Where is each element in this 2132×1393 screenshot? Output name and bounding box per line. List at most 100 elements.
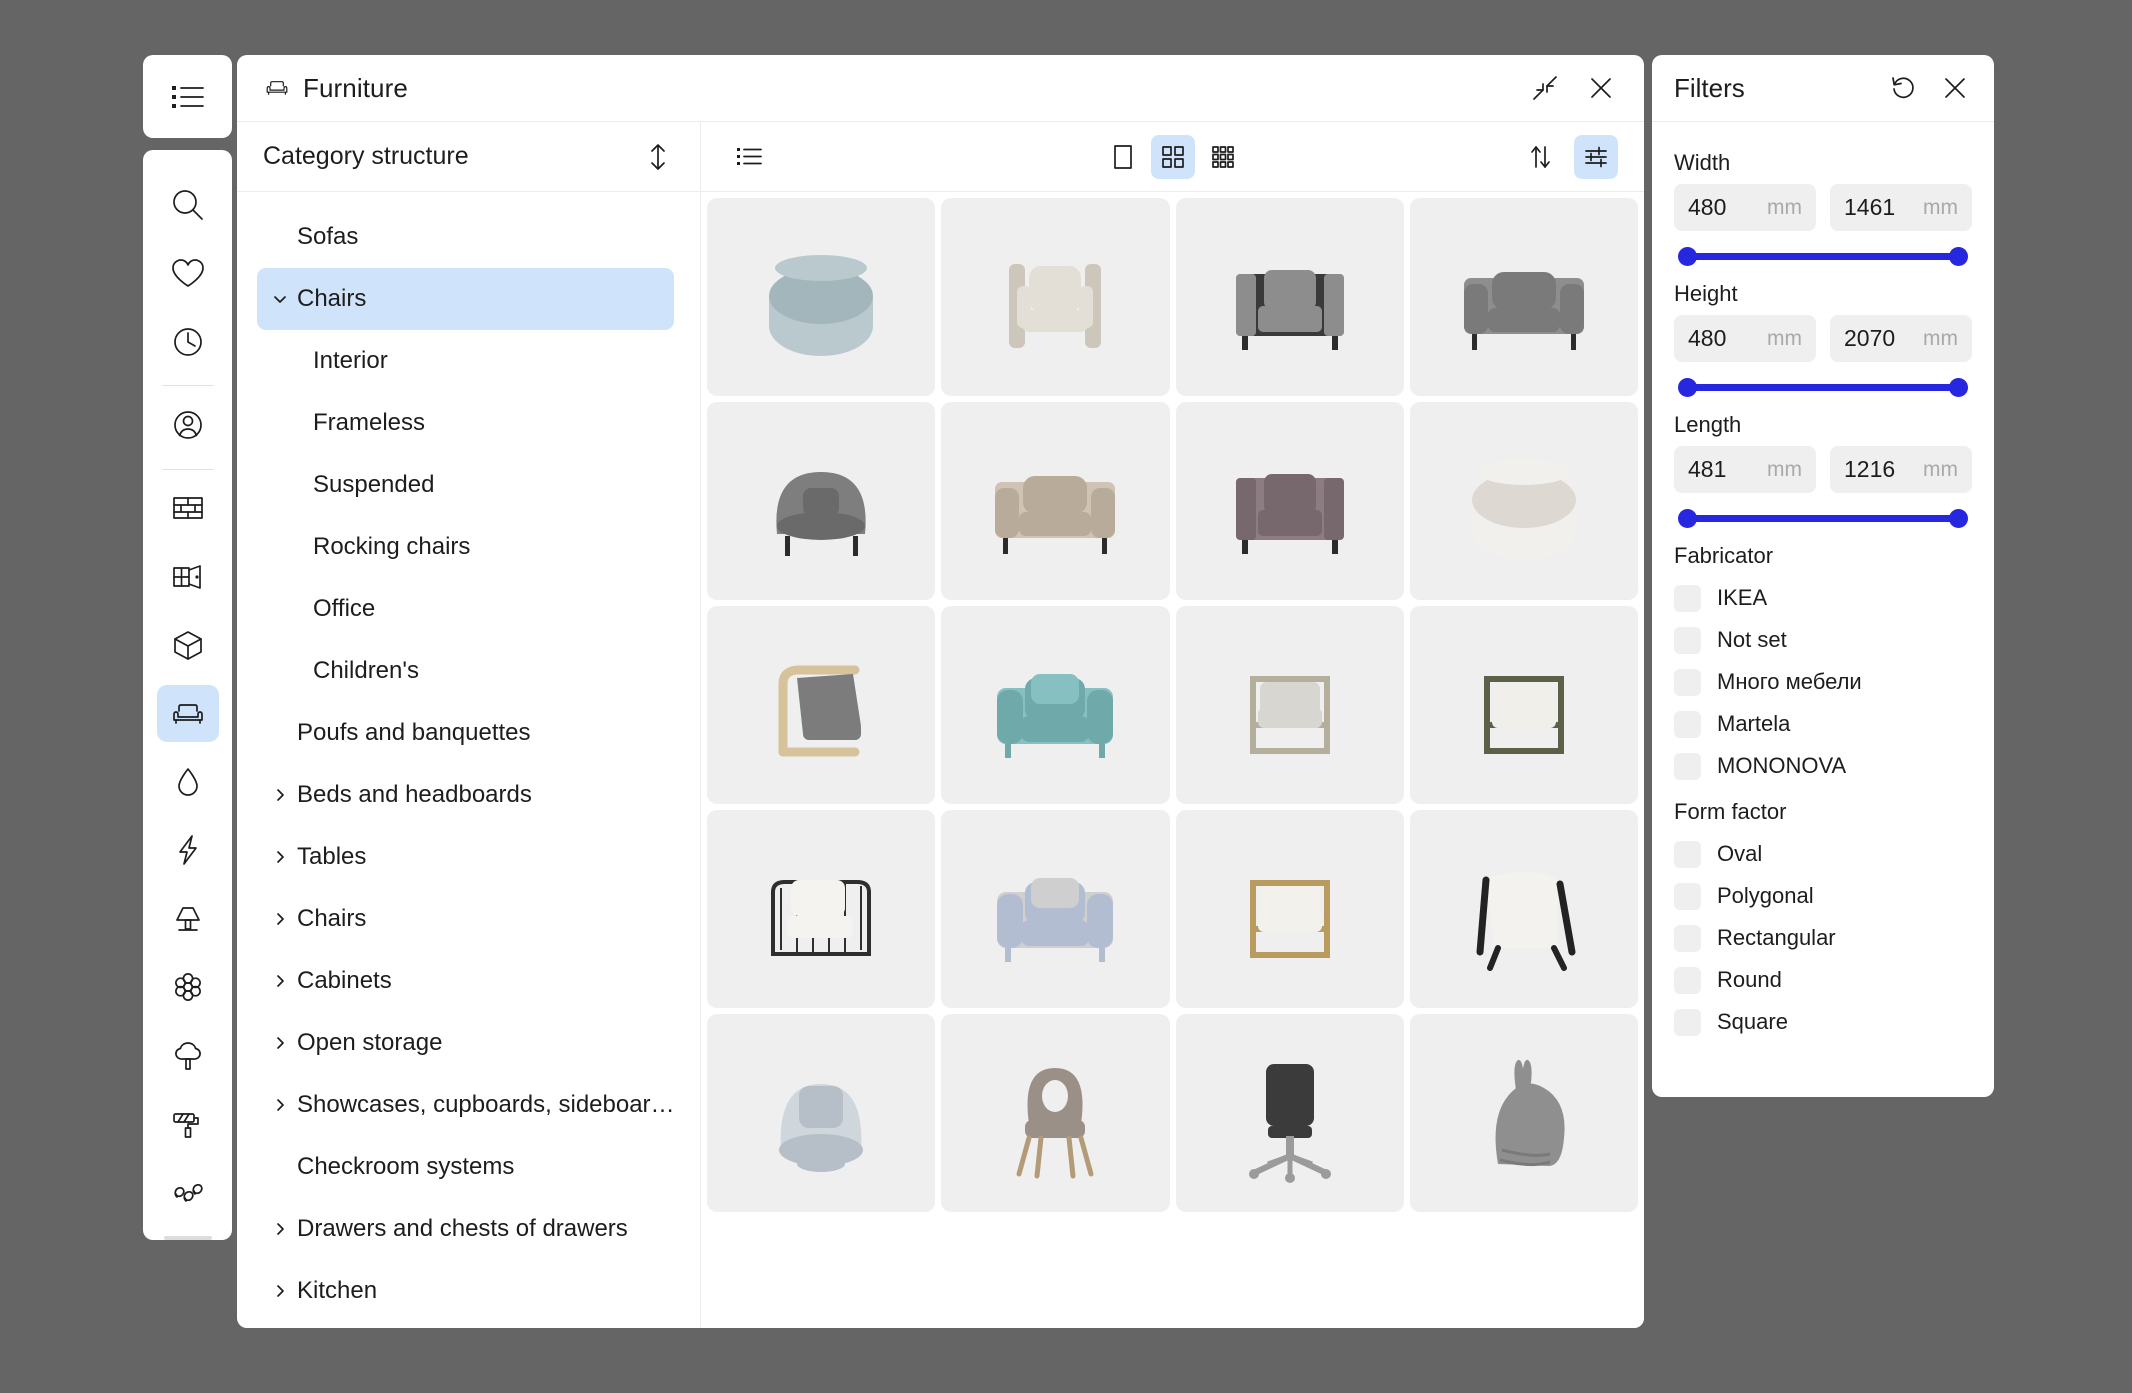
product-tile[interactable]	[1409, 606, 1638, 804]
sort-button[interactable]	[1518, 135, 1562, 179]
product-tile[interactable]	[1175, 1014, 1404, 1212]
category-sort-button[interactable]	[642, 141, 674, 173]
product-tile[interactable]	[1175, 402, 1404, 600]
checkbox-icon[interactable]	[1674, 668, 1701, 696]
category-item[interactable]: Sofas	[257, 206, 674, 268]
product-tile[interactable]	[941, 606, 1170, 804]
sidebar-item-materials[interactable]	[157, 1095, 219, 1152]
sidebar-item-favorites[interactable]	[157, 244, 219, 301]
filter-range-slider[interactable]	[1678, 374, 1968, 400]
product-tile[interactable]	[1175, 606, 1404, 804]
category-item[interactable]: Checkroom systems	[257, 1136, 674, 1198]
sidebar-item-furniture[interactable]	[156, 684, 219, 743]
category-item[interactable]: Drawers and chests of drawers	[257, 1198, 674, 1260]
main-menu-button[interactable]	[143, 55, 232, 138]
product-tile[interactable]	[941, 1014, 1170, 1212]
category-item[interactable]: Tables	[257, 826, 674, 888]
chevron-right-icon[interactable]	[263, 909, 297, 929]
filter-min-input[interactable]: 480 mm	[1674, 184, 1816, 231]
category-item[interactable]: Frameless	[257, 392, 674, 454]
checkbox-icon[interactable]	[1674, 752, 1701, 780]
close-button[interactable]	[1584, 71, 1618, 105]
filters-reset-button[interactable]	[1886, 71, 1920, 105]
category-item[interactable]: Chairs	[257, 888, 674, 950]
slider-max-handle[interactable]	[1949, 377, 1968, 397]
checkbox-icon[interactable]	[1674, 584, 1701, 612]
category-item[interactable]: Rocking chairs	[257, 516, 674, 578]
category-item[interactable]: Cabinets	[257, 950, 674, 1012]
checkbox-icon[interactable]	[1674, 966, 1701, 994]
checkbox-icon[interactable]	[1674, 924, 1701, 952]
product-tile[interactable]	[941, 402, 1170, 600]
filter-min-input[interactable]: 480 mm	[1674, 315, 1816, 362]
slider-min-handle[interactable]	[1678, 508, 1697, 528]
filter-checkbox-row[interactable]: MONONOVA	[1674, 745, 1972, 787]
filter-button[interactable]	[1574, 134, 1618, 179]
rail-scroll-handle[interactable]	[163, 1236, 212, 1240]
checkbox-icon[interactable]	[1674, 1008, 1701, 1036]
sidebar-item-plants[interactable]	[157, 1027, 219, 1084]
product-tile[interactable]	[707, 810, 936, 1008]
sidebar-item-walls[interactable]	[157, 480, 219, 537]
product-tile[interactable]	[1175, 198, 1404, 396]
chevron-right-icon[interactable]	[263, 971, 297, 991]
filter-checkbox-row[interactable]: Martela	[1674, 703, 1972, 745]
product-tile[interactable]	[941, 810, 1170, 1008]
checkbox-icon[interactable]	[1674, 710, 1701, 738]
filter-max-input[interactable]: 1461 mm	[1830, 184, 1972, 231]
sidebar-item-recent[interactable]	[157, 313, 219, 370]
sidebar-item-lighting[interactable]	[157, 890, 219, 947]
sidebar-item-search[interactable]	[157, 176, 219, 233]
category-item[interactable]: Office	[257, 578, 674, 640]
chevron-right-icon[interactable]	[263, 847, 297, 867]
category-item[interactable]: Children's	[257, 640, 674, 702]
chevron-right-icon[interactable]	[263, 1219, 297, 1239]
filter-range-slider[interactable]	[1678, 505, 1968, 531]
chevron-right-icon[interactable]	[263, 1095, 297, 1115]
filter-checkbox-row[interactable]: Square	[1674, 1001, 1972, 1043]
product-tile[interactable]	[707, 1014, 936, 1212]
sidebar-item-decor[interactable]	[157, 958, 219, 1015]
checkbox-icon[interactable]	[1674, 840, 1701, 868]
slider-min-handle[interactable]	[1678, 246, 1697, 266]
product-tile[interactable]	[941, 198, 1170, 396]
filter-checkbox-row[interactable]: Oval	[1674, 833, 1972, 875]
filter-range-slider[interactable]	[1678, 243, 1968, 269]
category-item[interactable]: Showcases, cupboards, sideboar…	[257, 1074, 675, 1136]
sidebar-item-objects-3d[interactable]	[157, 616, 219, 673]
chevron-right-icon[interactable]	[263, 785, 297, 805]
product-tile[interactable]	[1409, 402, 1638, 600]
large-tiles-button[interactable]	[1101, 135, 1145, 179]
checkbox-icon[interactable]	[1674, 626, 1701, 654]
slider-max-handle[interactable]	[1949, 508, 1968, 528]
sidebar-item-plumbing[interactable]	[157, 753, 219, 810]
chevron-right-icon[interactable]	[263, 1033, 297, 1053]
filter-max-input[interactable]: 1216 mm	[1830, 446, 1972, 493]
medium-tiles-button[interactable]	[1150, 134, 1195, 179]
filter-checkbox-row[interactable]: Polygonal	[1674, 875, 1972, 917]
collapse-button[interactable]	[1528, 71, 1562, 105]
product-tile[interactable]	[707, 198, 936, 396]
slider-max-handle[interactable]	[1949, 246, 1968, 266]
sidebar-item-misc[interactable]	[157, 1164, 219, 1221]
sidebar-item-windows-doors[interactable]	[157, 548, 219, 605]
category-item[interactable]: Open storage	[257, 1012, 674, 1074]
category-item[interactable]: Suspended	[257, 454, 674, 516]
product-tile[interactable]	[1409, 198, 1638, 396]
product-tile[interactable]	[707, 606, 936, 804]
category-item[interactable]: Kitchen	[257, 1260, 674, 1322]
category-item[interactable]: Interior	[257, 330, 674, 392]
category-item[interactable]: Beds and headboards	[257, 764, 674, 826]
filter-checkbox-row[interactable]: IKEA	[1674, 577, 1972, 619]
filter-checkbox-row[interactable]: Not set	[1674, 619, 1972, 661]
sidebar-item-electrics[interactable]	[157, 822, 219, 879]
filter-checkbox-row[interactable]: Round	[1674, 959, 1972, 1001]
checkbox-icon[interactable]	[1674, 882, 1701, 910]
filter-checkbox-row[interactable]: Rectangular	[1674, 917, 1972, 959]
list-view-button[interactable]	[727, 135, 771, 179]
sidebar-item-account[interactable]	[157, 396, 219, 453]
filter-checkbox-row[interactable]: Много мебели	[1674, 661, 1972, 703]
category-item[interactable]: Poufs and banquettes	[257, 702, 674, 764]
small-tiles-button[interactable]	[1201, 135, 1245, 179]
category-item[interactable]: Chairs	[257, 268, 674, 330]
